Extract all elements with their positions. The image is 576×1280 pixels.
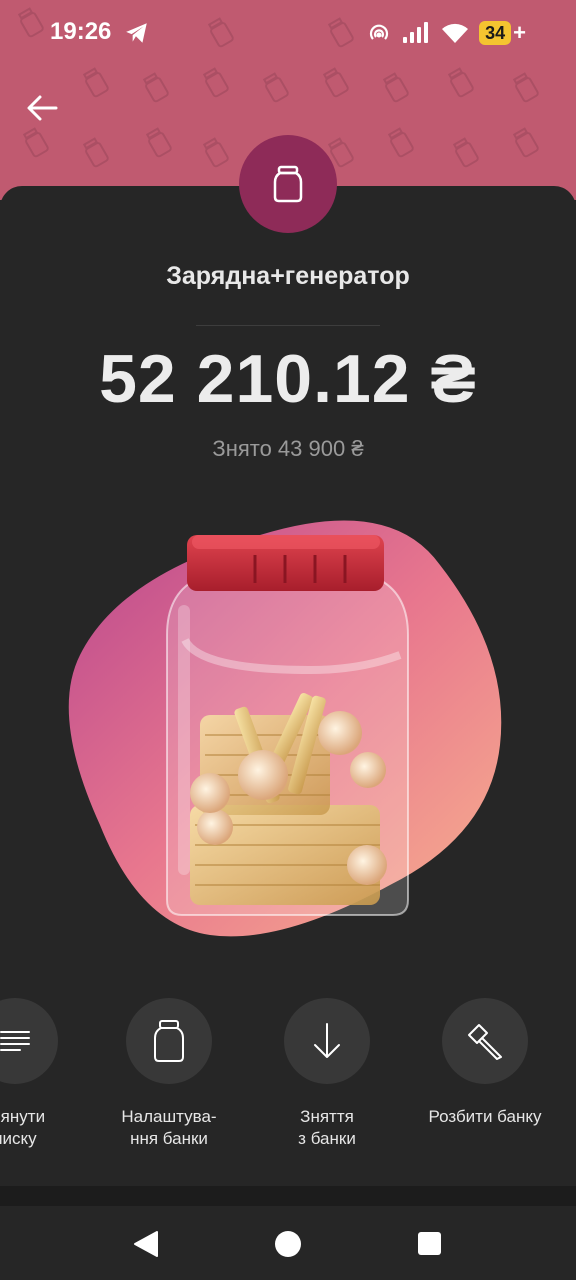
withdraw-label: Зняття з банки xyxy=(298,1107,356,1148)
status-bar: 19:26 34 + xyxy=(0,0,576,64)
list-icon xyxy=(0,1031,30,1051)
jar-balance: 52 210.12 ₴ xyxy=(99,341,477,417)
jar-settings-button[interactable] xyxy=(126,998,212,1084)
jar-illustration xyxy=(68,520,502,937)
break-jar-label: Розбити банку xyxy=(428,1107,542,1126)
status-time: 19:26 xyxy=(50,18,112,45)
hammer-icon xyxy=(468,1024,502,1060)
jar-actions: глянути писку Налаштува- ння банки Знятт… xyxy=(0,998,576,1168)
hotspot-icon xyxy=(370,24,389,40)
view-list-label: глянути писку xyxy=(0,1107,46,1148)
jar-icon xyxy=(273,165,303,203)
view-list-action[interactable]: глянути писку xyxy=(0,998,95,1150)
battery-charging-mark: + xyxy=(513,20,526,45)
divider xyxy=(196,325,380,326)
bottom-divider-strip xyxy=(0,1186,576,1206)
nav-recents-icon[interactable] xyxy=(418,1232,441,1255)
jar-name: Зарядна+генератор xyxy=(166,262,410,290)
jar-badge xyxy=(239,135,337,233)
withdraw-action[interactable]: Зняття з банки xyxy=(247,998,407,1150)
nav-back-icon[interactable] xyxy=(133,1230,159,1258)
battery-level: 34 xyxy=(479,21,512,45)
telegram-icon xyxy=(126,23,147,43)
arrow-left-icon[interactable] xyxy=(22,88,62,128)
jar-icon xyxy=(154,1020,184,1062)
withdrawn-amount: Знято 43 900 ₴ xyxy=(212,436,364,461)
nav-home-icon[interactable] xyxy=(275,1231,301,1257)
battery-icon: 34 + xyxy=(479,20,526,46)
signal-icon xyxy=(403,22,429,43)
withdraw-button[interactable] xyxy=(284,998,370,1084)
break-jar-button[interactable] xyxy=(442,998,528,1084)
arrow-down-icon xyxy=(314,1023,340,1058)
view-list-button[interactable] xyxy=(0,998,58,1084)
status-icons: 34 + xyxy=(367,18,526,48)
jar-settings-action[interactable]: Налаштува- ння банки xyxy=(89,998,249,1150)
navigation-bar xyxy=(0,1206,576,1280)
wifi-icon xyxy=(442,23,469,43)
jar-settings-label: Налаштува- ння банки xyxy=(121,1107,217,1148)
break-jar-action[interactable]: Розбити банку xyxy=(405,998,565,1128)
